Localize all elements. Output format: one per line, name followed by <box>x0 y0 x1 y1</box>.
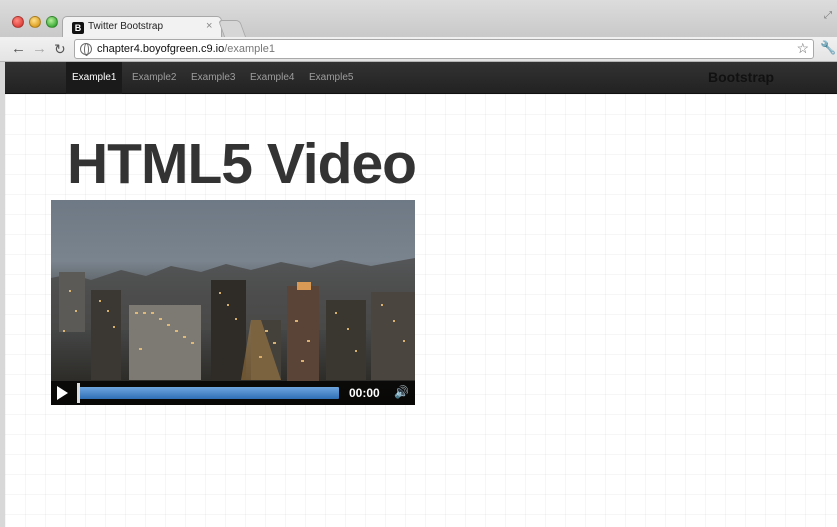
back-arrow-icon[interactable]: ← <box>11 40 26 58</box>
fullscreen-icon[interactable]: ⤢ <box>824 10 832 21</box>
page-body: HTML5 Video 00:00 🔊 <box>5 94 837 527</box>
volume-icon[interactable]: 🔊 <box>394 385 409 399</box>
url-path: /example1 <box>224 43 275 55</box>
browser-titlebar: B Twitter Bootstrap × ⤢ <box>0 0 837 38</box>
reload-icon[interactable]: ↻ <box>54 40 66 58</box>
nav-item-example1[interactable]: Example1 <box>66 62 123 94</box>
browser-toolbar: ← → ↻ chapter4.boyofgreen.c9.io/example1… <box>0 37 837 62</box>
url-text[interactable]: chapter4.boyofgreen.c9.io/example1 <box>97 43 275 55</box>
window-maximize-button[interactable] <box>46 16 58 28</box>
window-close-button[interactable] <box>12 16 24 28</box>
progress-handle[interactable] <box>77 383 80 403</box>
video-time: 00:00 <box>349 386 380 400</box>
video-player[interactable]: 00:00 🔊 <box>51 200 415 405</box>
nav-item-example2[interactable]: Example2 <box>126 62 182 94</box>
address-bar[interactable]: chapter4.boyofgreen.c9.io/example1 ☆ <box>74 39 814 59</box>
star-icon[interactable]: ☆ <box>796 40 809 57</box>
nav-item-example4[interactable]: Example4 <box>244 62 300 94</box>
forward-arrow-icon[interactable]: → <box>32 40 47 58</box>
nav-item-example5[interactable]: Example5 <box>303 62 359 94</box>
page-title: HTML5 Video <box>67 132 417 196</box>
video-controls: 00:00 🔊 <box>51 381 415 405</box>
navbar: Example1 Example2 Example3 Example4 Exam… <box>5 62 837 94</box>
nav-item-example3[interactable]: Example3 <box>185 62 241 94</box>
video-frame-city-night <box>51 200 415 405</box>
tab-title: Twitter Bootstrap <box>88 21 164 32</box>
browser-tab[interactable]: B Twitter Bootstrap × <box>62 16 222 38</box>
video-progress-bar[interactable] <box>77 383 339 403</box>
wrench-icon[interactable]: 🔧 <box>820 40 836 56</box>
navbar-brand[interactable]: Bootstrap <box>708 69 774 85</box>
bootstrap-favicon-icon: B <box>72 22 84 34</box>
window-minimize-button[interactable] <box>29 16 41 28</box>
url-host: chapter4.boyofgreen.c9.io <box>97 43 225 55</box>
new-tab-button[interactable] <box>217 20 247 37</box>
play-icon[interactable] <box>57 386 68 400</box>
globe-icon <box>80 43 92 56</box>
tab-close-icon[interactable]: × <box>206 20 212 32</box>
